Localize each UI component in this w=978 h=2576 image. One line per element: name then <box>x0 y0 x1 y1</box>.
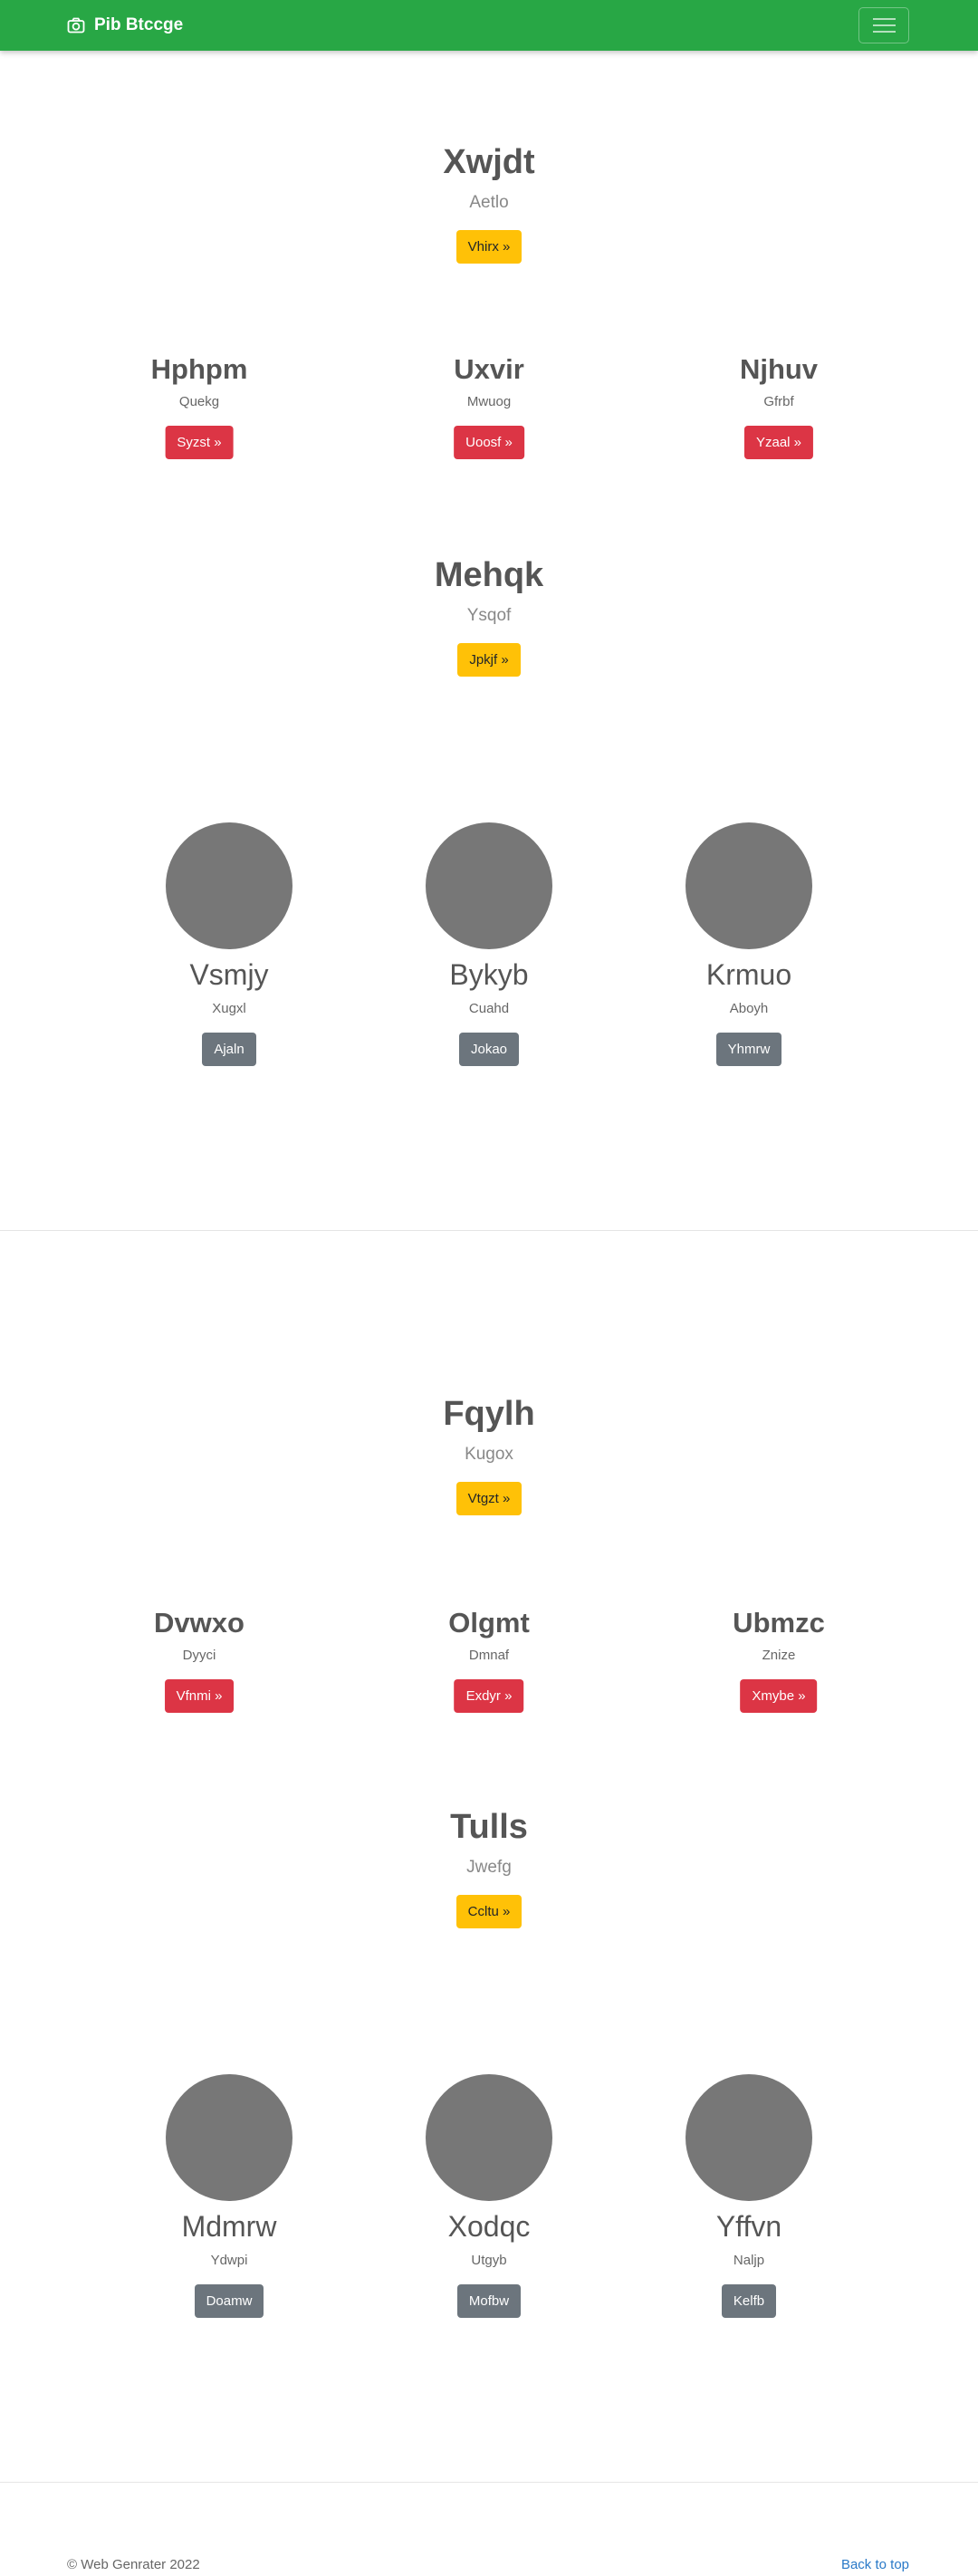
hero-2-subtitle: Ysqof <box>466 606 512 625</box>
card-4: Dvwxo Dyyci Vfnmi » <box>154 1609 244 1713</box>
hero-2-title: Mehqk <box>434 556 544 594</box>
hero-3-subtitle: Kugox <box>465 1445 513 1464</box>
card-button[interactable]: Vfnmi » <box>164 1679 235 1713</box>
person-2: Bykyb Cuahd Jokao <box>426 822 552 1066</box>
camera-icon <box>67 17 85 34</box>
card-title: Dvwxo <box>154 1607 244 1639</box>
person-button[interactable]: Jokao <box>458 1033 520 1066</box>
card-subtitle: Dyyci <box>182 1648 216 1663</box>
card-title: Uxvir <box>454 353 524 385</box>
person-name: Yffvn <box>715 2210 782 2243</box>
navbar-toggler-button[interactable] <box>858 7 909 43</box>
card-button[interactable]: Yzaal » <box>743 426 814 459</box>
hero-3-title: Fqylh <box>443 1395 535 1433</box>
person-button[interactable]: Mofbw <box>456 2284 522 2318</box>
card-subtitle: Dmnaf <box>468 1648 510 1663</box>
avatar <box>426 2074 552 2201</box>
card-title: Hphpm <box>150 353 248 385</box>
person-name: Xodqc <box>447 2210 531 2243</box>
card-subtitle: Quekg <box>178 394 220 409</box>
card-title: Olgmt <box>448 1607 530 1639</box>
person-name: Bykyb <box>449 958 529 991</box>
avatar <box>686 822 812 949</box>
hero-1-title: Xwjdt <box>443 143 535 181</box>
hero-2-button[interactable]: Jpkjf » <box>457 643 521 677</box>
person-5: Xodqc Utgyb Mofbw <box>426 2074 552 2318</box>
hero-2-container: Jpkjf » <box>0 643 978 677</box>
person-subtitle: Xugxl <box>212 1001 246 1016</box>
card-3: Njhuv Gfrbf Yzaal » <box>740 355 818 459</box>
hero-4-subtitle: Jwefg <box>466 1858 512 1877</box>
person-subtitle: Cuahd <box>468 1001 510 1016</box>
hero-4-container: Ccltu » <box>0 1895 978 1928</box>
hero-4-title: Tulls <box>450 1808 528 1846</box>
hero-3-button[interactable]: Vtgzt » <box>455 1482 523 1515</box>
hamburger-line <box>873 31 896 33</box>
card-subtitle: Znize <box>762 1648 796 1663</box>
person-button[interactable]: Ajaln <box>202 1033 256 1066</box>
person-name: Krmuo <box>705 958 792 991</box>
person-subtitle: Naljp <box>733 2253 765 2268</box>
person-button[interactable]: Doamw <box>194 2284 264 2318</box>
person-name: Mdmrw <box>181 2210 277 2243</box>
person-1: Vsmjy Xugxl Ajaln <box>166 822 292 1066</box>
hero-4-button[interactable]: Ccltu » <box>455 1895 523 1928</box>
footer-copyright: © Web Genrater 2022 <box>67 2557 200 2572</box>
brand-text: Pib Btccge <box>94 15 184 34</box>
person-6: Yffvn Naljp Kelfb <box>686 2074 812 2318</box>
card-button[interactable]: Syzst » <box>165 426 234 459</box>
avatar <box>166 2074 292 2201</box>
hero-3-container: Vtgzt » <box>0 1482 978 1515</box>
card-2: Uxvir Mwuog Uoosf » <box>454 355 524 459</box>
hero-1-subtitle: Aetlo <box>469 193 509 212</box>
person-subtitle: Aboyh <box>729 1001 769 1016</box>
card-5: Olgmt Dmnaf Exdyr » <box>448 1609 530 1713</box>
hero-1-container: Vhirx » <box>0 230 978 264</box>
hero-1-button[interactable]: Vhirx » <box>455 230 523 264</box>
card-title: Njhuv <box>739 353 819 385</box>
person-button[interactable]: Yhmrw <box>715 1033 782 1066</box>
avatar <box>686 2074 812 2201</box>
card-subtitle: Mwuog <box>466 394 512 409</box>
navbar-brand[interactable]: Pib Btccge <box>67 14 183 36</box>
card-button[interactable]: Exdyr » <box>454 1679 524 1713</box>
card-1: Hphpm Quekg Syzst » <box>150 353 248 459</box>
avatar <box>166 822 292 949</box>
card-subtitle: Gfrbf <box>763 394 794 409</box>
person-button[interactable]: Kelfb <box>721 2284 777 2318</box>
navbar: Pib Btccge <box>0 0 978 51</box>
back-to-top-link[interactable]: Back to top <box>841 2558 909 2571</box>
person-name: Vsmjy <box>189 958 269 991</box>
hamburger-icon <box>873 18 896 20</box>
person-subtitle: Ydwpi <box>210 2253 248 2268</box>
footer-divider <box>0 2482 978 2483</box>
card-title: Ubmzc <box>733 1607 825 1639</box>
card-6: Ubmzc Znize Xmybe » <box>733 1609 825 1713</box>
section-divider <box>0 1230 978 1231</box>
avatar <box>426 822 552 949</box>
card-button[interactable]: Xmybe » <box>740 1679 818 1713</box>
hamburger-line <box>873 24 896 26</box>
person-subtitle: Utgyb <box>471 2253 507 2268</box>
person-4: Mdmrw Ydwpi Doamw <box>166 2074 292 2318</box>
person-3: Krmuo Aboyh Yhmrw <box>686 822 812 1066</box>
card-button[interactable]: Uoosf » <box>454 426 524 459</box>
